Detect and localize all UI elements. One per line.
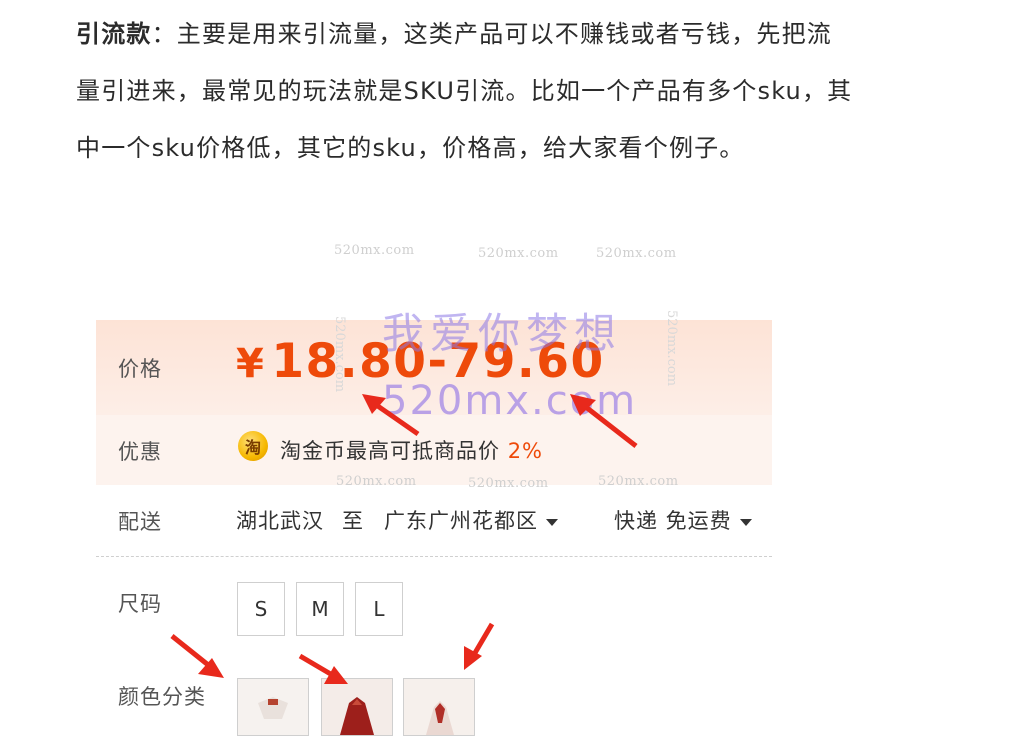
- arrow-to-color-1: [170, 634, 224, 678]
- arrow-to-color-3: [464, 622, 495, 670]
- arrow-to-price-low: [362, 394, 420, 437]
- arrow-to-price-high: [570, 394, 638, 448]
- annotation-arrows: [170, 394, 638, 684]
- arrow-to-color-2: [298, 653, 348, 684]
